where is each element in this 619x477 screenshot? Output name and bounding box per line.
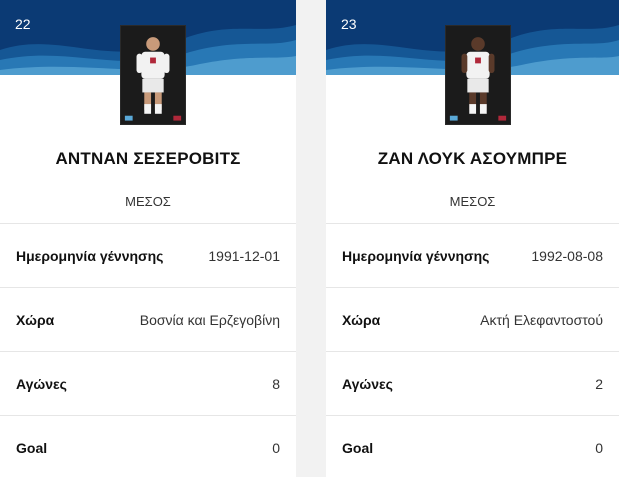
stat-label: Αγώνες bbox=[342, 375, 393, 392]
stat-value: 1991-12-01 bbox=[208, 247, 280, 264]
stat-row-goals: Goal 0 bbox=[0, 415, 296, 477]
stat-label: Χώρα bbox=[342, 311, 381, 328]
player-position: ΜΕΣΟΣ bbox=[449, 194, 496, 209]
stat-label: Goal bbox=[342, 439, 374, 456]
jersey-number: 22 bbox=[15, 16, 31, 32]
player-name: ΑΝΤΝΑΝ ΣΕΣΕΡΟΒΙΤΣ bbox=[55, 149, 241, 168]
stat-row-birthdate: Ημερομηνία γέννησης 1992-08-08 bbox=[326, 223, 619, 287]
stat-label: Χώρα bbox=[16, 311, 55, 328]
stat-row-goals: Goal 0 bbox=[326, 415, 619, 477]
stat-label: Ημερομηνία γέννησης bbox=[342, 247, 490, 264]
stat-label: Ημερομηνία γέννησης bbox=[16, 247, 164, 264]
stat-label: Αγώνες bbox=[16, 375, 67, 392]
stat-value: 1992-08-08 bbox=[531, 247, 603, 264]
stat-value: Ακτή Ελεφαντοστού bbox=[480, 311, 603, 328]
player-card[interactable]: 22 ΑΝΤΝΑΝ ΣΕΣΕΡΟΒΙΤΣ ΜΕΣΟΣ Ημερομηνία γέ… bbox=[0, 0, 296, 477]
stat-value: 2 bbox=[595, 375, 603, 392]
stat-value: 0 bbox=[595, 439, 603, 456]
stat-row-matches: Αγώνες 2 bbox=[326, 351, 619, 415]
stat-label: Goal bbox=[16, 439, 48, 456]
stat-row-country: Χώρα Βοσνία και Ερζεγοβίνη bbox=[0, 287, 296, 351]
player-photo bbox=[445, 25, 511, 125]
stat-value: Βοσνία και Ερζεγοβίνη bbox=[139, 311, 280, 328]
stat-row-birthdate: Ημερομηνία γέννησης 1991-12-01 bbox=[0, 223, 296, 287]
jersey-number: 23 bbox=[341, 16, 357, 32]
player-position: ΜΕΣΟΣ bbox=[125, 194, 171, 209]
stat-row-matches: Αγώνες 8 bbox=[0, 351, 296, 415]
stat-value: 8 bbox=[272, 375, 280, 392]
stat-row-country: Χώρα Ακτή Ελεφαντοστού bbox=[326, 287, 619, 351]
player-card[interactable]: 23 ΖΑΝ ΛΟΥΚ ΑΣΟΥΜΠΡΕ ΜΕΣΟΣ Ημερομηνία γέ… bbox=[326, 0, 619, 477]
player-photo bbox=[120, 25, 186, 125]
stat-value: 0 bbox=[272, 439, 280, 456]
player-name: ΖΑΝ ΛΟΥΚ ΑΣΟΥΜΠΡΕ bbox=[377, 149, 568, 168]
